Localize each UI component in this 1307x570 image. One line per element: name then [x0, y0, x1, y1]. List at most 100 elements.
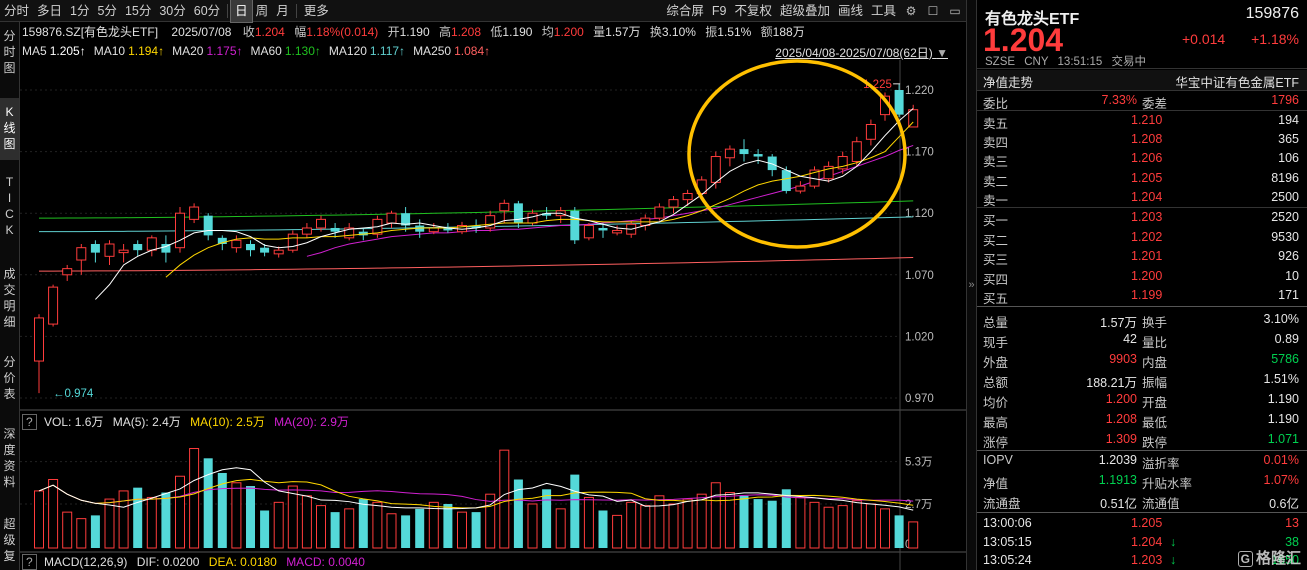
volume-bar-up	[457, 511, 467, 549]
ask-row: 卖四 1.208 365	[977, 130, 1307, 150]
period-tab-1[interactable]: 多日	[33, 0, 66, 22]
period-tab-8[interactable]: 周	[252, 0, 273, 22]
panel-collapse-toggle[interactable]: »	[966, 0, 977, 570]
turn-value: 3.10%	[661, 25, 696, 39]
left-tab-char: 度	[3, 443, 16, 457]
period-tab-3[interactable]: 5分	[93, 0, 120, 22]
period-tab-4[interactable]: 15分	[121, 0, 155, 22]
candle-body-up	[428, 227, 439, 233]
candle-body-up	[175, 212, 185, 249]
left-tab-3[interactable]: 成交明细	[0, 260, 19, 338]
left-tab-char: 成	[3, 267, 16, 281]
left-tab-2[interactable]: TICK	[0, 168, 19, 242]
volume-bar-up	[555, 508, 566, 549]
candle-body-down	[246, 244, 255, 251]
date-range[interactable]: 2025/04/08-2025/07/08(62日) ▼	[775, 44, 948, 61]
iopv-value: 1.07%	[1263, 473, 1299, 487]
quote-panel: 有色龙头ETF 159876 1.204 +0.014 +1.18% SZSE …	[977, 0, 1307, 570]
y-tick-label: 1.120	[905, 208, 934, 220]
y-tick-label: 0.970	[905, 393, 934, 405]
stat-value: 1.190	[1267, 392, 1299, 406]
period-tab-9[interactable]: 月	[272, 0, 293, 22]
index-name[interactable]: 华宝中证有色金属ETF	[1175, 72, 1299, 91]
candle-body-up	[34, 317, 44, 362]
toolbar-action-2[interactable]: 不复权	[730, 0, 776, 22]
vol-ma5: MA(5): 2.4万	[112, 415, 181, 429]
y-tick-label: 1.070	[905, 270, 934, 282]
stat-value: 1.208	[1105, 412, 1137, 426]
left-tab-0[interactable]: 分时图	[0, 22, 19, 76]
left-tab-5[interactable]: 深度资料	[0, 420, 19, 489]
volume-bar-up	[696, 493, 707, 549]
ma-value: 1.205↑	[49, 44, 86, 58]
stat-value: 1.57万	[1100, 316, 1137, 330]
iopv-value: 0.51亿	[1100, 497, 1137, 511]
candle-body-up	[231, 239, 242, 249]
period-tab-6[interactable]: 60分	[190, 0, 224, 22]
iopv-row: 流通盘 0.51亿 流通值 0.6亿	[977, 491, 1307, 511]
period-tab-10[interactable]: 更多	[300, 0, 333, 22]
left-tab-char: K	[5, 105, 14, 119]
bid-price: 1.200	[1131, 268, 1163, 283]
macd-macd: MACD: 0.0040	[286, 555, 365, 569]
toolbar-action-0[interactable]: 综合屏	[662, 0, 708, 22]
window-icon[interactable]: ▭	[945, 2, 965, 20]
volume-bar-up	[146, 496, 157, 549]
help-icon-2[interactable]: ?	[22, 554, 37, 570]
candle-body-up	[316, 218, 326, 229]
amt-value: 188万	[772, 25, 805, 39]
left-tab-char: K	[5, 223, 14, 237]
security-code: 159876	[1245, 5, 1299, 22]
candle-body-down	[260, 247, 270, 253]
wb-value: 7.33%	[1101, 93, 1137, 107]
period-tab-0[interactable]: 分时	[0, 0, 33, 22]
volume-bar-up	[668, 503, 679, 549]
left-tab-char: 图	[3, 137, 16, 151]
toolbar-action-3[interactable]: 超级叠加	[776, 0, 834, 22]
ma-label: MA5	[22, 44, 47, 58]
stat-label: 振幅	[1142, 376, 1168, 390]
ask-row: 卖五 1.210 194	[977, 111, 1307, 131]
volume-bar-down	[161, 492, 171, 548]
close-label: 收	[242, 25, 255, 39]
iopv-label: 净值	[983, 477, 1009, 491]
volume-bar-up	[795, 496, 806, 549]
quote-time: 13:51:15	[1057, 56, 1103, 68]
candle-body-up	[48, 286, 59, 325]
candle-body-up	[668, 199, 679, 208]
ma-legend-item: MA120 1.117↑	[329, 44, 405, 58]
left-tab-1[interactable]: K线图	[0, 98, 19, 160]
toolbar-action-4[interactable]: 画线	[834, 0, 867, 22]
left-tab-4[interactable]: 分价表	[0, 348, 19, 406]
kline-chart: 1.220 1.170 1.120 1.070 1.020 0.970 1.225 ←0.97…	[20, 22, 966, 570]
toolbar-action-5[interactable]: 工具	[867, 0, 900, 22]
volume-bar-up	[527, 503, 538, 549]
period-tab-7[interactable]: 日	[230, 0, 253, 23]
ask-price: 1.210	[1131, 113, 1163, 127]
macd-dif: DIF: 0.0200	[136, 555, 200, 569]
volume-bar-down	[260, 510, 270, 548]
high-value: 1.208	[451, 25, 482, 39]
amt-label: 额	[760, 25, 773, 39]
tab-nav-trend[interactable]: 净值走势	[983, 72, 1033, 91]
stat-value: 1.190	[1267, 412, 1299, 426]
help-icon[interactable]: ?	[22, 414, 37, 430]
ma-legend-item: MA250 1.084↑	[413, 44, 490, 58]
bid-volume: 10	[1285, 268, 1299, 283]
bid-row: 买四 1.200 10	[977, 267, 1307, 287]
turn-label: 换	[649, 25, 662, 39]
candle-body-up	[654, 206, 665, 219]
bid-label: 买二	[983, 233, 1009, 248]
toolbar-action-1[interactable]: F9	[708, 0, 731, 22]
gear-icon[interactable]: ⚙	[901, 2, 921, 20]
order-ratio-row: 委比 7.33% 委差 1796	[977, 91, 1307, 111]
change-label: 幅	[294, 25, 307, 39]
left-tab-6[interactable]: 超级复	[0, 510, 19, 570]
candle-body-up	[386, 212, 397, 224]
square-icon[interactable]: ☐	[923, 2, 943, 20]
tick-price: 1.204	[1131, 534, 1163, 549]
candle-body-up	[851, 141, 862, 162]
candle-body-up	[76, 247, 87, 261]
period-tab-5[interactable]: 30分	[155, 0, 189, 22]
period-tab-2[interactable]: 1分	[66, 0, 93, 22]
